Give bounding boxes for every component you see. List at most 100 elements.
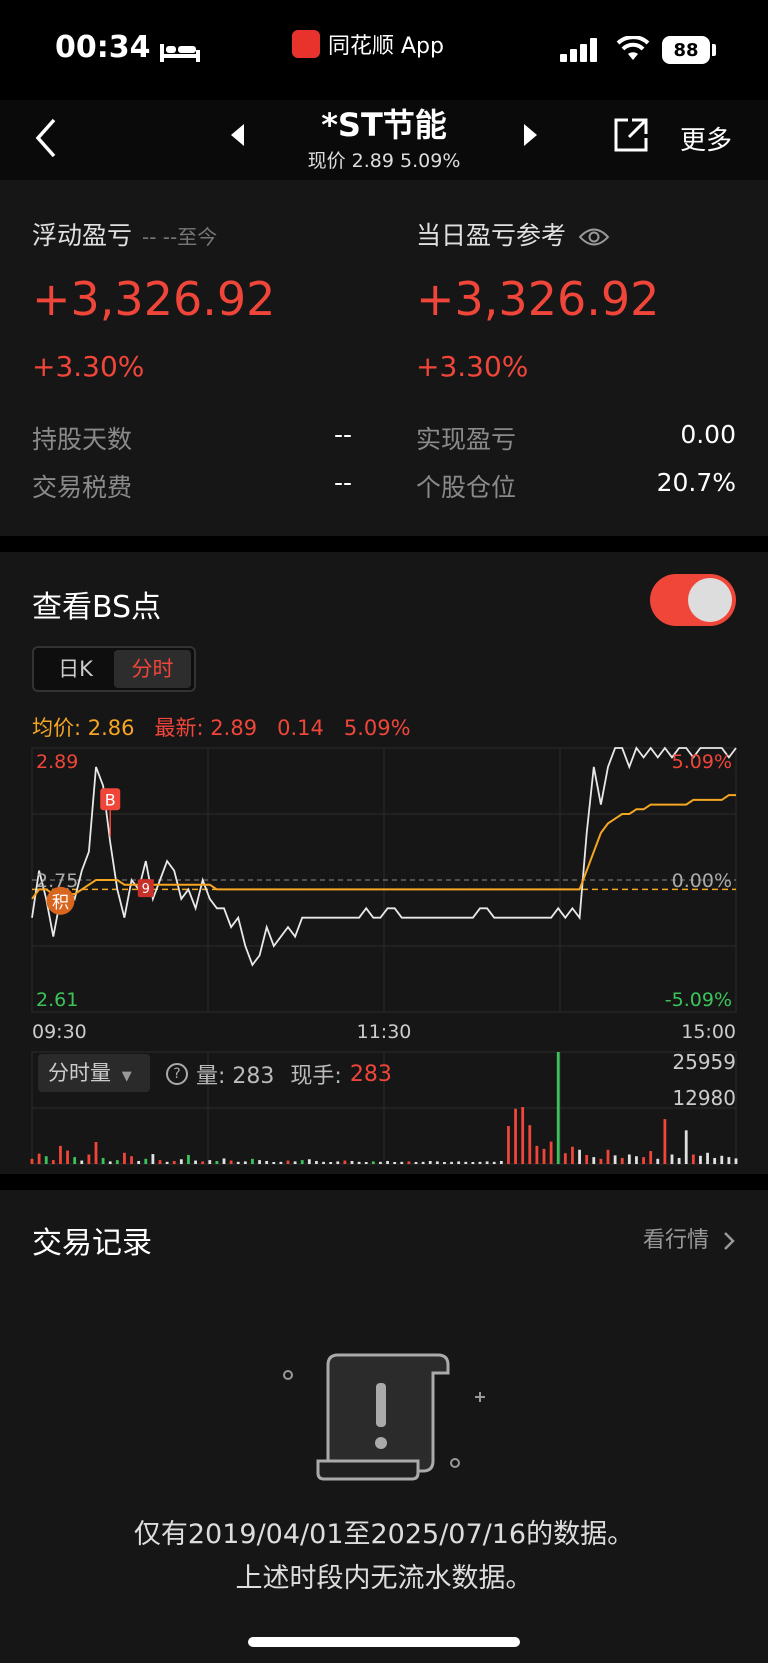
volume-bar (229, 1160, 233, 1164)
x-tick-label: 15:00 (681, 1021, 736, 1042)
volume-bar (30, 1158, 34, 1164)
floating-pnl-range: -- --至今 (142, 225, 218, 249)
prev-stock-icon[interactable] (228, 122, 248, 148)
next-stock-icon[interactable] (520, 122, 540, 148)
home-indicator[interactable] (248, 1637, 520, 1647)
volume-bar (606, 1149, 610, 1164)
volume-bar (642, 1157, 645, 1164)
volume-bar (521, 1107, 525, 1164)
volume-bar (620, 1157, 624, 1164)
battery-level: 88 (673, 39, 699, 61)
volume-bar (734, 1158, 738, 1164)
volume-bar (258, 1160, 261, 1164)
volume-bar (379, 1161, 382, 1164)
volume-bar (549, 1141, 553, 1164)
realized-pnl-label: 实现盈亏 (416, 425, 517, 454)
price-change-pct: 5.09% (343, 716, 411, 740)
volume-bar (73, 1157, 77, 1164)
volume-bar (393, 1162, 397, 1164)
volume-bar (571, 1146, 574, 1164)
pnl-card: 浮动盈亏 -- --至今 +3,326.92 +3.30% 当日盈亏参考 +3,3… (0, 180, 768, 536)
floating-pnl-pct: +3.30% (32, 350, 145, 383)
status-time: 00:34 (55, 30, 151, 65)
volume-bar (592, 1157, 596, 1164)
view-quote-link[interactable]: 看行情 (643, 1222, 736, 1254)
volume-bar (279, 1161, 283, 1164)
volume-bar (251, 1158, 254, 1164)
sell-marker-label: 9 (142, 882, 150, 897)
volume-bar (222, 1158, 226, 1164)
view-quote-label: 看行情 (642, 1228, 709, 1253)
volume-bar (691, 1154, 695, 1164)
status-bar: 00:34 同花顺 App 88 (0, 0, 768, 100)
back-to-app-button[interactable]: 同花顺 App (292, 28, 444, 60)
volume-bar (187, 1154, 190, 1164)
current-hand-value: 283 (349, 1061, 392, 1087)
volume-bar (293, 1161, 297, 1164)
volume-bar (706, 1152, 709, 1164)
x-tick-label: 11:30 (357, 1021, 412, 1042)
volume-bar (343, 1160, 347, 1164)
volume-bar (563, 1153, 567, 1164)
volume-bar (450, 1161, 453, 1164)
tab-intraday[interactable]: 分时 (114, 650, 191, 688)
volume-bar (478, 1161, 482, 1164)
volume-bar (350, 1160, 354, 1164)
y-tick-right: -5.09% (665, 989, 732, 1011)
volume-bar (144, 1158, 148, 1164)
volume-bar (585, 1154, 589, 1164)
volume-bar (635, 1156, 638, 1164)
daily-pnl-pct: +3.30% (416, 350, 529, 383)
volume-bar (371, 1161, 375, 1164)
volume-bar (677, 1157, 681, 1164)
volume-bar (599, 1158, 603, 1164)
hold-marker-label: 积 (52, 893, 69, 913)
eye-icon[interactable] (578, 226, 610, 248)
volume-bar (66, 1150, 69, 1164)
app-name: 同花顺 App (328, 34, 444, 59)
bs-points-toggle[interactable] (650, 574, 736, 626)
volume-bar (165, 1161, 169, 1164)
volume-bar (87, 1154, 91, 1164)
quote-summary: 均价: 2.86 最新: 2.89 0.14 5.09% (32, 712, 411, 742)
tax-fee-value: -- (333, 468, 352, 497)
share-icon[interactable] (612, 116, 650, 154)
volume-bar (443, 1162, 446, 1164)
hold-days-value: -- (333, 420, 352, 449)
volume-bar (421, 1161, 425, 1164)
volume-bar (329, 1162, 333, 1164)
more-button[interactable]: 更多 (680, 120, 732, 157)
nav-bar: *ST节能 现价 2.89 5.09% 更多 (0, 100, 768, 180)
realized-pnl-value: 0.00 (680, 420, 736, 449)
buy-marker-label: B (105, 790, 116, 809)
back-chevron-icon[interactable] (30, 112, 70, 162)
volume-bar (386, 1160, 389, 1164)
daily-pnl-value: +3,326.92 (416, 272, 660, 326)
dropdown-caret-icon: ▼ (121, 1069, 132, 1084)
trade-records-title: 交易记录 (32, 1226, 152, 1261)
tab-daily-k[interactable]: 日K (37, 650, 114, 688)
volume-bar (179, 1159, 183, 1164)
chart-period-switch: 日K 分时 (32, 646, 196, 692)
volume-bar (400, 1161, 404, 1164)
avg-price: 均价: 2.86 (32, 716, 135, 740)
volume-bar (414, 1162, 418, 1164)
volume-bar (44, 1156, 48, 1164)
sleep-focus-icon (160, 44, 200, 62)
cellular-signal-icon (560, 38, 597, 62)
y-tick-right: 5.09% (672, 751, 732, 773)
empty-records-range: 仅有2019/04/01至2025/07/16的数据。 (133, 1519, 635, 1550)
volume-bar (542, 1148, 546, 1164)
volume-bar (265, 1160, 269, 1164)
empty-records-message: 上述时段内无流水数据。 (235, 1563, 533, 1594)
volume-bar (59, 1145, 62, 1164)
volume-bar (656, 1158, 660, 1164)
volume-tick-mid: 12980 (672, 1086, 736, 1110)
volume-bar (435, 1161, 439, 1164)
volume-type-select[interactable]: 分时量 ▼ (38, 1054, 150, 1092)
volume-bar (364, 1162, 368, 1164)
intraday-price-chart[interactable]: B 9 积 2.89 2.75 2.61 5.09% 0.00% -5.09% 09:30 11:3… (0, 742, 768, 1042)
volume-bar (158, 1160, 162, 1164)
help-icon[interactable]: ? (166, 1063, 188, 1085)
volume-bar (137, 1160, 141, 1164)
